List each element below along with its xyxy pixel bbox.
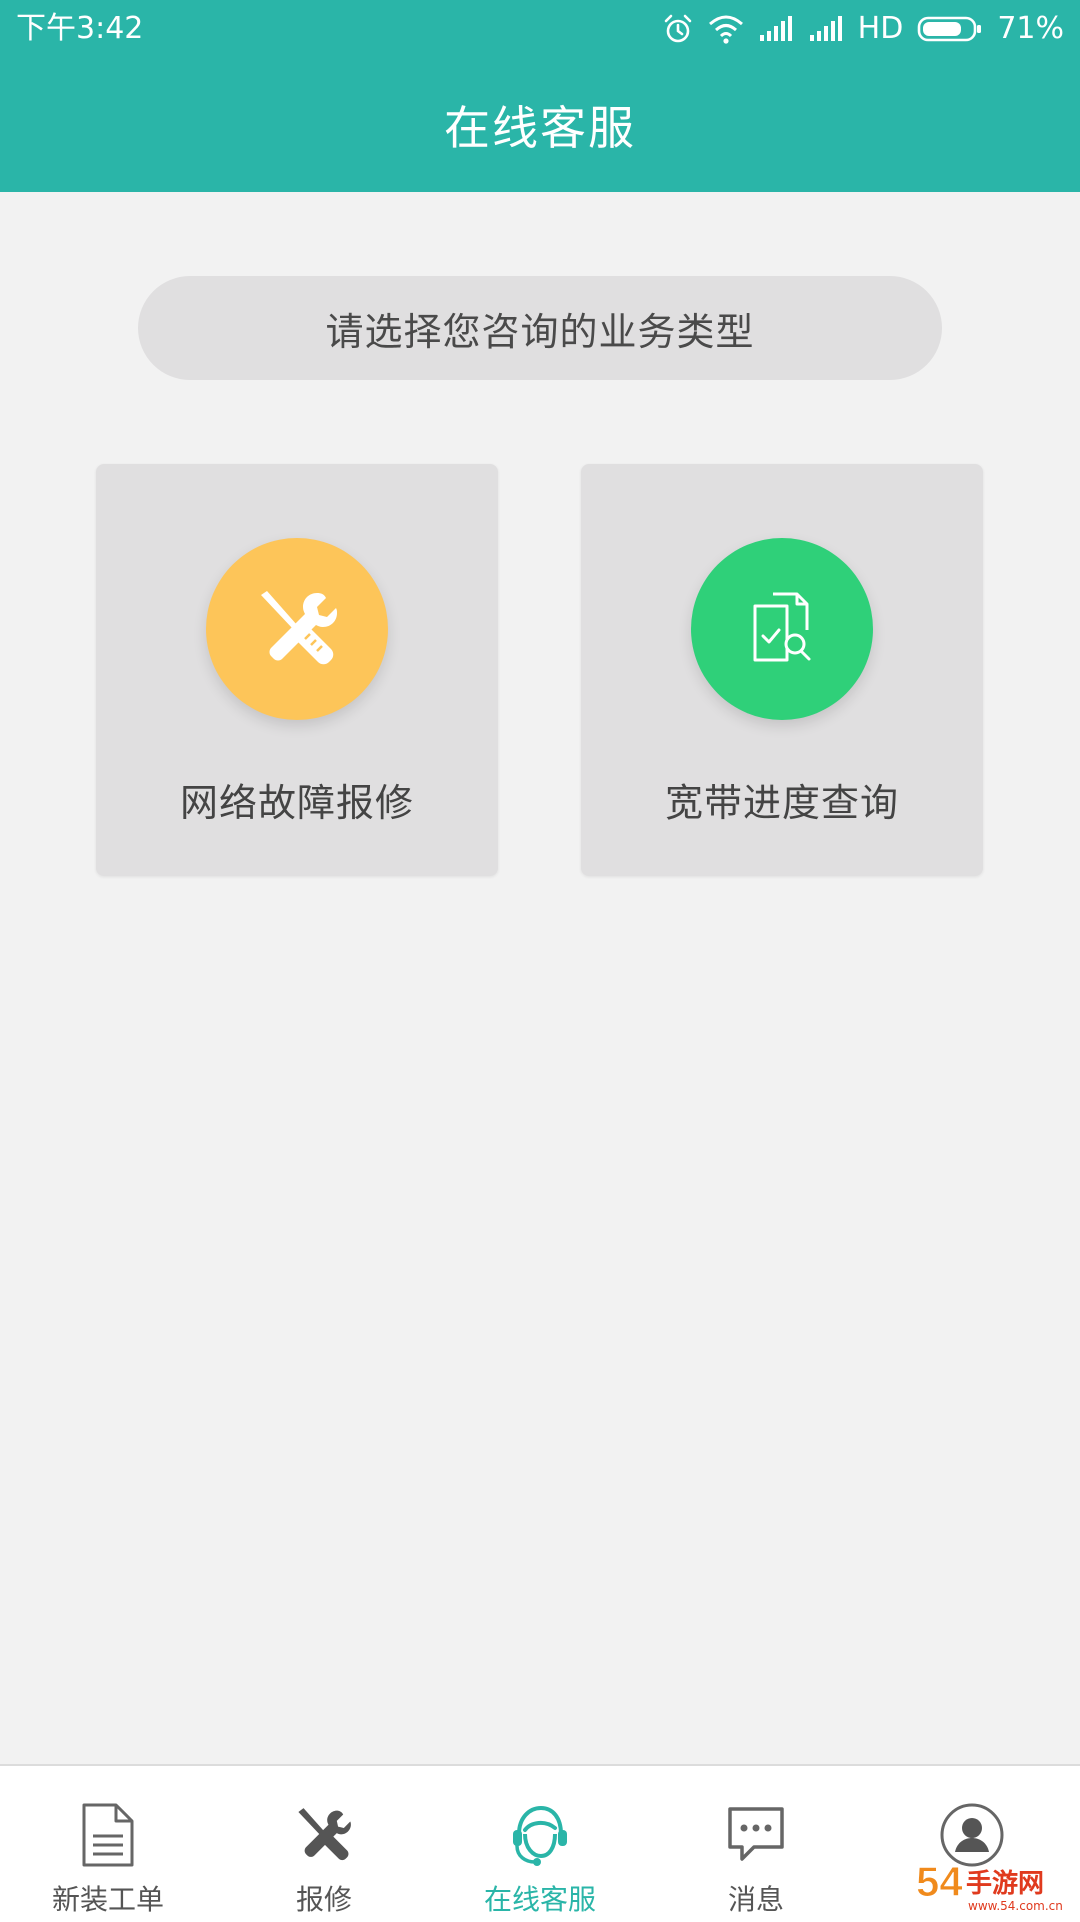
- nav-item-repair[interactable]: 报修: [216, 1766, 432, 1922]
- nav-label: 报修: [295, 1883, 352, 1916]
- svg-text:www.54.com.cn: www.54.com.cn: [968, 1899, 1063, 1913]
- document-icon: [73, 1800, 143, 1870]
- signal-icon: [759, 16, 792, 41]
- document-search-icon: [753, 592, 811, 662]
- status-icons: HD 71%: [662, 8, 1064, 50]
- broadband-progress-query-card[interactable]: 宽带进度查询: [581, 464, 983, 876]
- svg-text:54: 54: [916, 1858, 963, 1905]
- prompt-text: 请选择您咨询的业务类型: [325, 309, 755, 354]
- nav-item-messages[interactable]: 消息: [648, 1766, 864, 1922]
- nav-item-new-install[interactable]: 新装工单: [0, 1766, 216, 1922]
- status-time: 下午3:42: [16, 11, 144, 46]
- tools-icon: [289, 1800, 359, 1870]
- repair-circle: [206, 538, 388, 720]
- signal-icon: [809, 16, 842, 41]
- battery-icon: [918, 16, 982, 42]
- status-bar: 下午3:42 HD 71%: [0, 0, 1080, 58]
- nav-label: 在线客服: [483, 1883, 596, 1916]
- network-type: HD: [857, 11, 904, 46]
- nav-label: 消息: [727, 1883, 784, 1916]
- alarm-icon: [664, 14, 691, 43]
- battery-percent: 71%: [997, 11, 1064, 46]
- page-title: 在线客服: [444, 101, 636, 155]
- card-label: 宽带进度查询: [664, 781, 899, 825]
- app-header: 在线客服: [0, 58, 1080, 192]
- site-watermark: 54 手游网 www.54.com.cn: [916, 1858, 1063, 1914]
- svg-text:手游网: 手游网: [966, 1869, 1044, 1899]
- query-circle: [691, 538, 873, 720]
- wrench-screwdriver-icon: [261, 591, 337, 665]
- card-label: 网络故障报修: [179, 781, 414, 825]
- network-fault-repair-card[interactable]: 网络故障报修: [96, 464, 498, 876]
- nav-label: 新装工单: [51, 1883, 164, 1916]
- customer-service-icon: [505, 1800, 575, 1870]
- service-type-prompt: 请选择您咨询的业务类型: [138, 276, 942, 380]
- nav-item-online-service[interactable]: 在线客服: [432, 1766, 648, 1922]
- wifi-icon: [708, 15, 743, 44]
- chat-bubble-icon: [721, 1800, 791, 1870]
